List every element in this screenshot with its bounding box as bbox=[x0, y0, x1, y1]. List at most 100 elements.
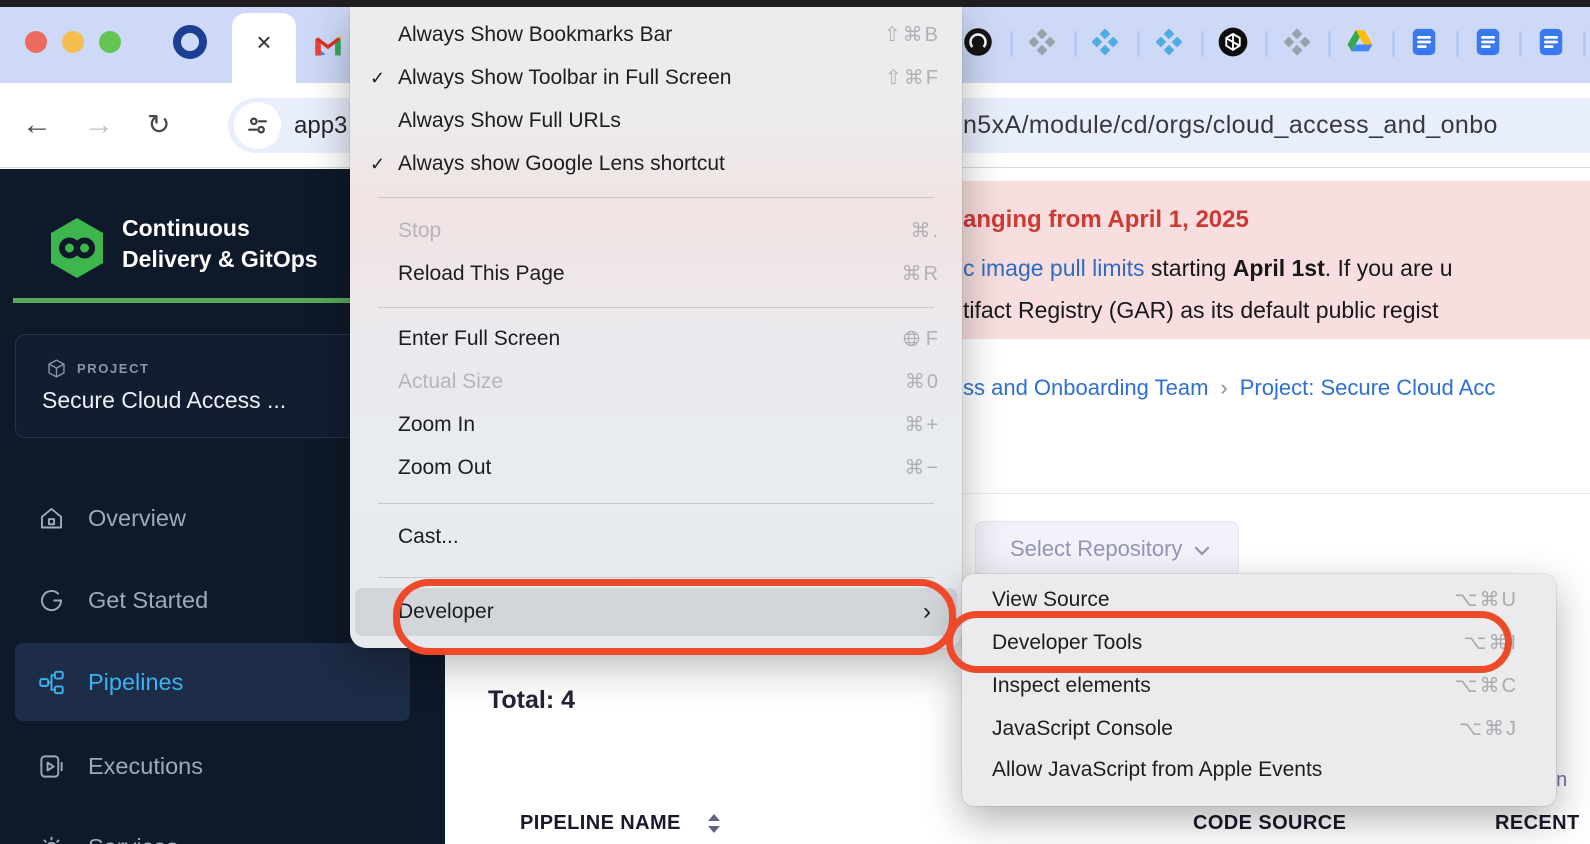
site-settings-button[interactable] bbox=[234, 102, 281, 149]
window-top-edge bbox=[0, 0, 1590, 7]
back-button[interactable]: ← bbox=[22, 105, 52, 145]
menu-separator bbox=[378, 307, 934, 308]
getstarted-icon bbox=[38, 587, 65, 614]
submenu-item-allow-javascript-from-apple-events[interactable]: Allow JavaScript from Apple Events bbox=[962, 749, 1556, 791]
menu-shortcut: ⌘+ bbox=[904, 404, 940, 446]
menu-item-always-show-google-lens-shortcut[interactable]: ✓Always show Google Lens shortcut bbox=[350, 143, 962, 185]
menu-item-label: Always Show Toolbar in Full Screen bbox=[398, 57, 731, 99]
home-icon bbox=[38, 505, 65, 532]
submenu-item-inspect-elements[interactable]: Inspect elements⌥⌘C bbox=[962, 665, 1556, 707]
url-text-right: n5xA/module/cd/orgs/cloud_access_and_onb… bbox=[963, 98, 1498, 153]
url-text-left: app3 bbox=[294, 98, 347, 153]
menu-separator bbox=[378, 503, 934, 504]
breadcrumb-separator: › bbox=[1220, 375, 1227, 400]
menu-shortcut: ⌘− bbox=[904, 447, 940, 489]
sidebar-item-pipelines[interactable]: Pipelines bbox=[15, 643, 410, 721]
menu-item-actual-size: Actual Size ⌘0 bbox=[350, 361, 962, 403]
menu-item-reload-this-page[interactable]: Reload This Page⌘R bbox=[350, 253, 962, 295]
pinned-tab-docs-icon[interactable] bbox=[1536, 27, 1566, 57]
breadcrumb-project-link[interactable]: Project: Secure Cloud Acc bbox=[1240, 375, 1496, 400]
pinned-tab-diamond-gray-icon[interactable] bbox=[1282, 27, 1312, 57]
project-name: Secure Cloud Access ... bbox=[42, 387, 286, 414]
submenu-item-label: Developer Tools bbox=[992, 622, 1142, 664]
tab-separator bbox=[1265, 31, 1268, 57]
submenu-item-developer-tools[interactable]: Developer Tools ⌥⌘I bbox=[962, 622, 1556, 664]
chevron-down-icon bbox=[1194, 546, 1210, 555]
close-tab-icon[interactable]: × bbox=[232, 27, 296, 57]
content-divider bbox=[962, 493, 1590, 494]
menu-item-label: Always show Google Lens shortcut bbox=[398, 143, 725, 185]
module-title: Continuous Delivery & GitOps bbox=[122, 213, 318, 275]
menu-item-label: Always Show Bookmarks Bar bbox=[398, 14, 672, 56]
cd-module-logo-icon[interactable] bbox=[45, 216, 109, 280]
column-header-code-source[interactable]: CODE SOURCE bbox=[1193, 812, 1346, 835]
column-header-pipeline-name[interactable]: PIPELINE NAME bbox=[520, 812, 681, 835]
pinned-tab-diamond-blue-icon[interactable] bbox=[1090, 27, 1120, 57]
submenu-item-view-source[interactable]: View Source⌥⌘U bbox=[962, 579, 1556, 621]
tab-separator bbox=[1010, 31, 1013, 57]
reload-button[interactable]: ↻ bbox=[147, 105, 170, 145]
breadcrumb: ss and Onboarding Team › Project: Secure C… bbox=[963, 375, 1495, 401]
pinned-tab-docs-icon[interactable] bbox=[1473, 27, 1503, 57]
tab-separator bbox=[1137, 31, 1140, 57]
pinned-tab-chatgpt-icon[interactable] bbox=[1218, 27, 1248, 57]
menu-shortcut: ⌘. bbox=[910, 210, 940, 252]
pinned-tab-drive-icon[interactable] bbox=[1345, 27, 1375, 57]
menu-item-zoom-in[interactable]: Zoom In⌘+ bbox=[350, 404, 962, 446]
executions-icon bbox=[38, 753, 65, 780]
checkmark-icon: ✓ bbox=[370, 57, 396, 99]
pinned-tab-diamond-gray-icon[interactable] bbox=[1027, 27, 1057, 57]
submenu-shortcut: ⌥⌘C bbox=[1455, 665, 1519, 707]
submenu-shortcut: ⌥⌘I bbox=[1463, 622, 1518, 664]
menu-shortcut: ⌘0 bbox=[905, 361, 940, 403]
tab-separator bbox=[1456, 31, 1459, 57]
menu-item-label: Always Show Full URLs bbox=[398, 100, 621, 142]
menu-item-always-show-bookmarks-bar[interactable]: Always Show Bookmarks Bar⇧⌘B bbox=[350, 14, 962, 56]
breadcrumb-org-link[interactable]: ss and Onboarding Team bbox=[963, 375, 1208, 400]
menu-item-developer[interactable]: Developer› bbox=[355, 588, 957, 636]
menu-item-label: Zoom Out bbox=[398, 447, 491, 489]
sidebar-item-label: Pipelines bbox=[88, 669, 183, 696]
sidebar-item-executions[interactable]: Executions bbox=[0, 744, 445, 788]
pinned-tabs-row bbox=[960, 7, 1590, 83]
fullscreen-window-button[interactable] bbox=[99, 31, 121, 53]
close-window-button[interactable] bbox=[25, 31, 47, 53]
menu-shortcut: ⌘R bbox=[902, 253, 940, 295]
pinned-tab-docs-icon[interactable] bbox=[1409, 27, 1439, 57]
submenu-shortcut: ⌥⌘J bbox=[1459, 708, 1518, 750]
pinned-tab-gmail-icon[interactable] bbox=[311, 30, 345, 64]
submenu-item-label: Allow JavaScript from Apple Events bbox=[992, 749, 1322, 791]
pinned-tab-ring-icon[interactable] bbox=[173, 25, 207, 59]
chevron-right-icon: › bbox=[923, 588, 931, 636]
sidebar-item-label: Overview bbox=[88, 505, 186, 532]
sidebar-item-services[interactable]: Services bbox=[0, 817, 445, 844]
developer-submenu: View Source⌥⌘UDeveloper Tools ⌥⌘IInspect … bbox=[962, 574, 1556, 806]
screenshot-root: × ← → ↻ app3 n5xA/module/cd/orgs/cloud_a… bbox=[0, 0, 1590, 844]
menu-item-label: Enter Full Screen bbox=[398, 318, 560, 360]
gear-icon bbox=[38, 834, 65, 844]
menu-item-label: Actual Size bbox=[398, 361, 503, 403]
column-header-recent[interactable]: RECENT bbox=[1495, 812, 1580, 835]
menu-item-stop: Stop⌘. bbox=[350, 210, 962, 252]
menu-item-cast[interactable]: Cast... bbox=[350, 516, 962, 558]
menu-separator bbox=[378, 197, 934, 198]
tab-separator bbox=[1201, 31, 1204, 57]
banner-link[interactable]: c image pull limits bbox=[963, 255, 1145, 281]
submenu-item-javascript-console[interactable]: JavaScript Console⌥⌘J bbox=[962, 708, 1556, 750]
sidebar-item-label: Services bbox=[88, 834, 178, 844]
active-tab[interactable]: × bbox=[232, 13, 296, 83]
menu-item-zoom-out[interactable]: Zoom Out ⌘− bbox=[350, 447, 962, 489]
menu-item-always-show-full-urls[interactable]: Always Show Full URLs bbox=[350, 100, 962, 142]
pinned-tab-diamond-blue-icon[interactable] bbox=[1154, 27, 1184, 57]
pinned-tab-dark-app-icon[interactable] bbox=[963, 27, 993, 57]
select-repository-dropdown[interactable]: Select Repository bbox=[975, 521, 1239, 577]
sort-icon[interactable] bbox=[707, 814, 721, 838]
forward-button[interactable]: → bbox=[84, 105, 114, 145]
minimize-window-button[interactable] bbox=[62, 31, 84, 53]
menu-item-always-show-toolbar-in-full-screen[interactable]: ✓Always Show Toolbar in Full Screen⇧⌘F bbox=[350, 57, 962, 99]
tab-separator bbox=[1328, 31, 1331, 57]
select-repository-placeholder: Select Repository bbox=[1010, 522, 1182, 576]
menu-item-enter-full-screen[interactable]: Enter Full ScreenF bbox=[350, 318, 962, 360]
menu-separator bbox=[378, 577, 934, 578]
sidebar-item-label: Get Started bbox=[88, 587, 208, 614]
